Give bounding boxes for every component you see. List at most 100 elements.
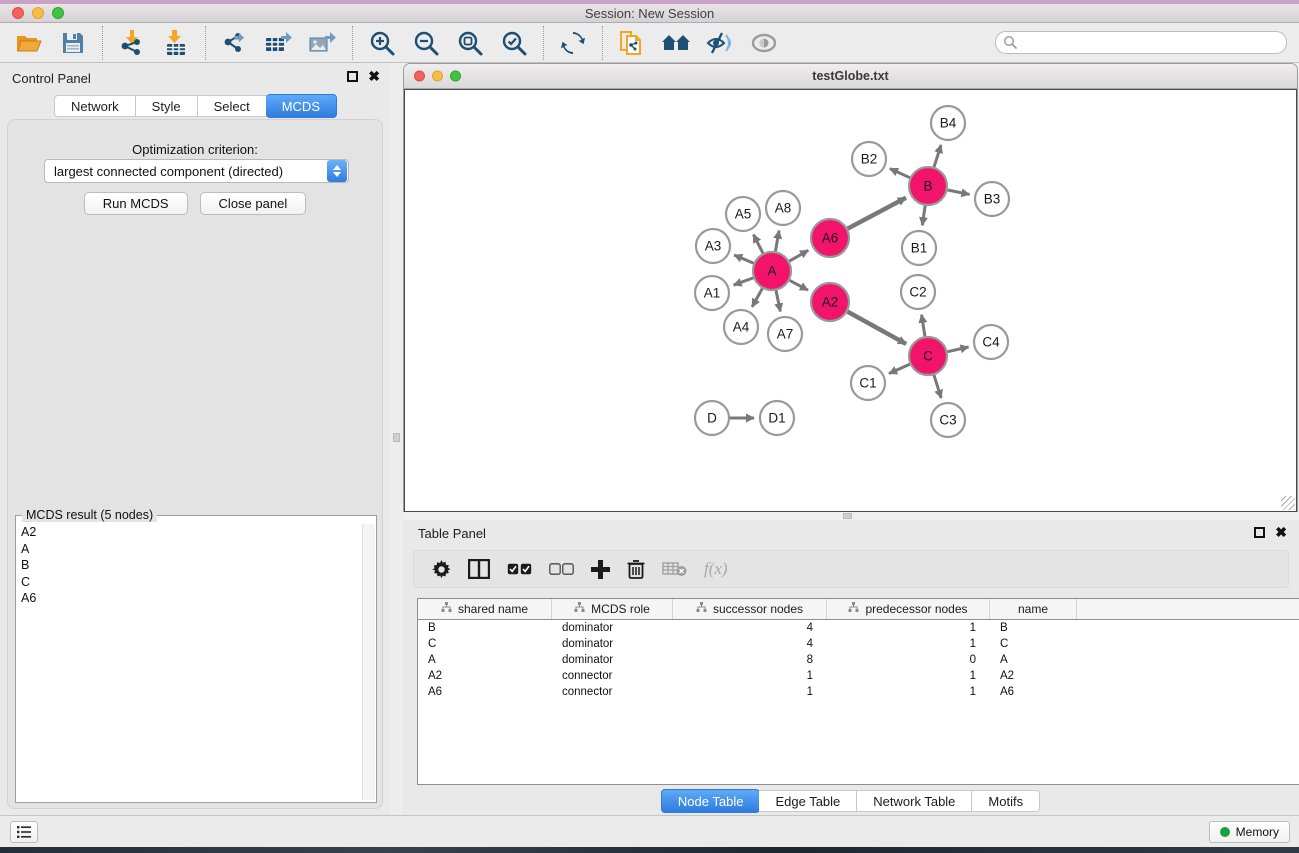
table-cell[interactable]: A6 [418,684,552,700]
tab-motifs[interactable]: Motifs [972,790,1040,812]
table-cell[interactable]: 8 [673,652,827,668]
graph-node-B2[interactable]: B2 [852,142,886,176]
graph-node-A[interactable]: A [753,252,791,290]
graph-node-A3[interactable]: A3 [696,229,730,263]
zoom-selected-icon[interactable] [497,27,531,59]
network-canvas[interactable]: AA1A2A3A4A5A6A7A8BB1B2B3B4CC1C2C3C4DD1 [404,89,1297,512]
graph-node-A2[interactable]: A2 [811,283,849,321]
table-cell[interactable]: connector [552,668,673,684]
show-columns-icon[interactable] [468,559,490,579]
result-scrollbar[interactable] [362,524,375,800]
table-settings-gear-icon[interactable] [432,560,451,579]
table-row[interactable]: A2connector11A2 [418,668,1299,684]
graph-edge-B-B4[interactable] [934,145,941,167]
graph-node-B3[interactable]: B3 [975,182,1009,216]
graph-edge-A2-C[interactable] [848,312,907,344]
open-file-icon[interactable] [12,27,46,59]
result-list-item[interactable]: B [17,557,363,574]
table-cell[interactable]: 0 [827,652,990,668]
memory-button[interactable]: Memory [1209,821,1290,843]
table-cell[interactable]: 1 [673,668,827,684]
table-cell[interactable]: dominator [552,636,673,652]
graph-edge-A6-B[interactable] [848,198,906,229]
graph-edge-A-A8[interactable] [775,231,779,252]
run-mcds-button[interactable]: Run MCDS [84,192,188,215]
float-table-panel-icon[interactable] [1254,527,1265,538]
table-cell[interactable]: A2 [418,668,552,684]
table-cell[interactable]: 4 [673,620,827,636]
float-panel-icon[interactable] [347,71,358,82]
table-cell[interactable]: C [418,636,552,652]
table-row[interactable]: Bdominator41B [418,620,1299,636]
table-cell[interactable]: 1 [827,636,990,652]
graph-node-D[interactable]: D [695,401,729,435]
graph-node-A8[interactable]: A8 [766,191,800,225]
table-cell[interactable]: 1 [827,620,990,636]
export-network-icon[interactable] [218,27,252,59]
column-header-name[interactable]: name [990,599,1077,619]
level-of-detail-icon[interactable] [747,27,781,59]
table-row[interactable]: Cdominator41C [418,636,1299,652]
graph-edge-B-B3[interactable] [948,190,970,194]
graph-edge-A-A1[interactable] [734,278,754,285]
graph-edge-A-A3[interactable] [734,255,753,263]
mcds-result-list[interactable]: A2ABCA6 [17,524,363,800]
column-header-shared-name[interactable]: shared name [418,599,552,619]
result-list-item[interactable]: A6 [17,590,363,607]
criterion-dropdown[interactable]: largest connected component (directed) [44,159,349,183]
table-row[interactable]: A6connector11A6 [418,684,1299,700]
tab-select[interactable]: Select [198,95,267,117]
table-cell[interactable]: dominator [552,620,673,636]
table-cell[interactable]: A2 [990,668,1077,684]
zoom-fit-icon[interactable] [453,27,487,59]
zoom-out-icon[interactable] [409,27,443,59]
import-table-icon[interactable] [159,27,193,59]
result-list-item[interactable]: C [17,574,363,591]
close-window-button[interactable] [12,7,24,19]
result-list-item[interactable]: A [17,541,363,558]
tab-network[interactable]: Network [54,95,136,117]
add-icon[interactable] [591,560,610,579]
graph-edge-C-C1[interactable] [889,364,910,373]
graph-node-C2[interactable]: C2 [901,275,935,309]
tab-node-table[interactable]: Node Table [661,789,761,813]
zoom-window-button[interactable] [52,7,64,19]
window-titlebar[interactable]: Session: New Session [0,4,1299,23]
close-network-button[interactable] [414,71,425,82]
table-cell[interactable]: 1 [827,684,990,700]
minimize-window-button[interactable] [32,7,44,19]
graph-node-A5[interactable]: A5 [726,197,760,231]
graph-node-C1[interactable]: C1 [851,366,885,400]
table-cell[interactable]: 1 [827,668,990,684]
graph-edge-B-B1[interactable] [922,206,925,225]
graph-edge-A-A5[interactable] [753,234,763,253]
table-cell[interactable]: 4 [673,636,827,652]
tab-mcds[interactable]: MCDS [266,94,337,118]
table-cell[interactable]: C [990,636,1077,652]
refresh-layout-icon[interactable] [556,27,590,59]
table-cell[interactable]: A [990,652,1077,668]
home-icon[interactable] [659,27,693,59]
table-row[interactable]: Adominator80A [418,652,1299,668]
column-header-predecessor-nodes[interactable]: predecessor nodes [827,599,990,619]
delete-table-icon[interactable] [662,561,687,577]
table-cell[interactable]: 1 [673,684,827,700]
column-header-successor-nodes[interactable]: successor nodes [673,599,827,619]
network-window-titlebar[interactable]: testGlobe.txt [404,64,1297,89]
table-cell[interactable]: A [418,652,552,668]
graph-node-C3[interactable]: C3 [931,403,965,437]
graph-edge-C-C3[interactable] [934,375,941,398]
close-table-panel-icon[interactable]: ✖ [1275,527,1287,538]
table-cell[interactable]: dominator [552,652,673,668]
zoom-in-icon[interactable] [365,27,399,59]
graph-node-D1[interactable]: D1 [760,401,794,435]
search-input[interactable] [1018,33,1286,52]
graph-node-A1[interactable]: A1 [695,276,729,310]
tab-edge-table[interactable]: Edge Table [759,790,857,812]
graph-edge-A-A7[interactable] [776,291,780,312]
close-panel-icon[interactable]: ✖ [368,71,380,82]
export-image-icon[interactable] [306,27,340,59]
save-session-icon[interactable] [56,27,90,59]
vertical-splitter[interactable] [390,63,403,815]
graph-edge-B-B2[interactable] [890,169,910,178]
